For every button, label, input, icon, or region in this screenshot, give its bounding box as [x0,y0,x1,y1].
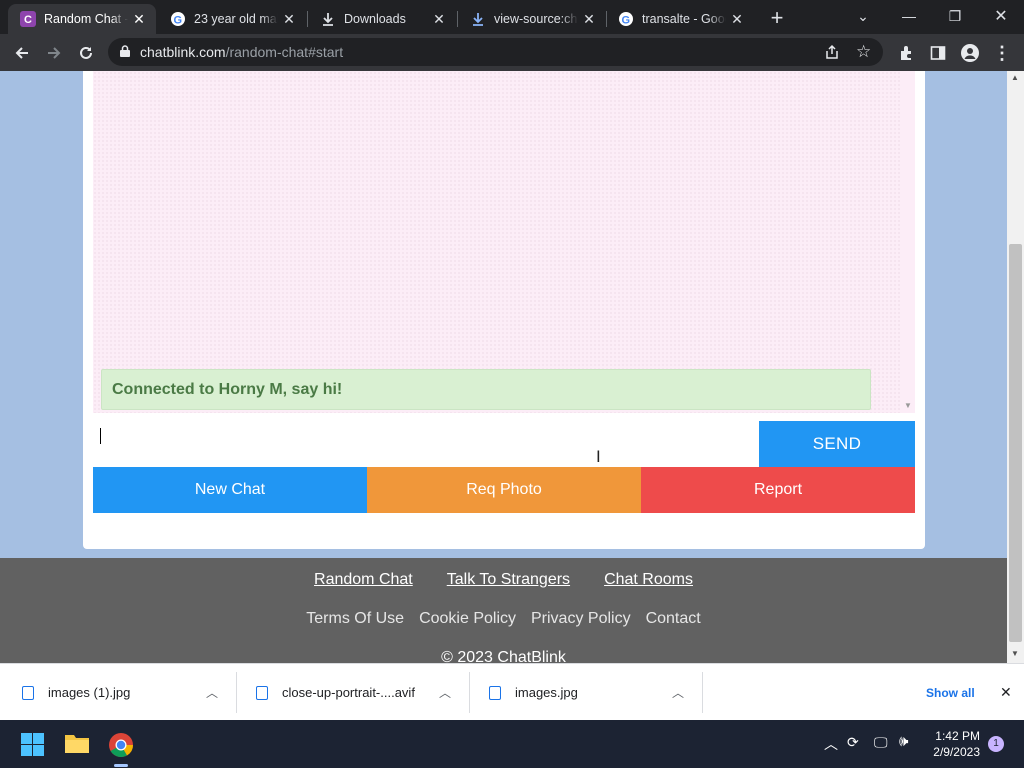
close-tab-icon[interactable]: ✕ [428,11,450,28]
text-caret [100,428,101,444]
tab-search-icon[interactable]: ⌄ [840,0,886,32]
network-icon[interactable]: 🖵 [874,734,888,751]
back-icon[interactable] [8,39,36,67]
chevron-up-icon[interactable]: ︿ [206,684,218,701]
file-icon [256,685,268,700]
sync-icon[interactable]: ⟳ [847,734,859,751]
file-icon [489,685,501,700]
chat-log [93,71,902,413]
new-tab-button[interactable]: + [762,2,792,34]
tab-downloads[interactable]: Downloads ✕ [308,4,456,34]
text-cursor-icon: I [596,447,601,466]
footer-link-terms[interactable]: Terms Of Use [306,610,404,628]
footer-link-contact[interactable]: Contact [646,610,701,628]
windows-start-icon[interactable] [21,733,44,761]
chevron-up-icon[interactable]: ︿ [439,684,451,701]
lock-icon [120,44,130,60]
extensions-icon[interactable] [892,39,920,67]
chrome-menu-icon[interactable]: ⋮ [988,39,1016,67]
side-panel-icon[interactable] [924,39,952,67]
file-explorer-icon[interactable] [64,732,90,759]
url-path: /random-chat#start [225,44,344,60]
google-favicon: G [170,11,186,27]
active-app-indicator [114,764,128,767]
browser-toolbar: chatblink.com/random-chat#start ☆ ⋮ [0,34,1024,71]
message-input[interactable] [93,421,759,467]
download-item[interactable]: close-up-portrait-....avif [256,664,415,721]
forward-icon[interactable] [40,39,68,67]
divider [236,672,237,713]
chevron-up-icon[interactable]: ︿ [672,684,684,701]
notification-badge[interactable]: 1 [988,736,1004,752]
close-tab-icon[interactable]: ✕ [278,11,300,28]
share-icon[interactable] [824,44,840,63]
scroll-up-arrow-icon[interactable]: ▲ [1011,73,1019,82]
tab-strip: C Random Chat - ChatBlink ✕ G 23 year ol… [0,0,1024,34]
footer-link-chat-rooms[interactable]: Chat Rooms [604,571,693,589]
close-window-button[interactable]: ✕ [978,0,1024,32]
show-all-downloads-button[interactable]: Show all [926,664,975,721]
footer-primary-links: Random Chat Talk To Strangers Chat Rooms [0,571,1007,589]
page-scrollbar-thumb[interactable] [1009,244,1022,642]
chevron-up-icon[interactable]: ︿ [824,734,838,754]
minimize-button[interactable]: — [886,0,932,32]
report-button[interactable]: Report [641,467,915,513]
footer-link-random-chat[interactable]: Random Chat [314,571,413,589]
download-filename: images.jpg [515,685,578,700]
clock-date[interactable]: 2/9/2023 [926,745,980,759]
bookmark-star-icon[interactable]: ☆ [856,42,871,62]
url-host: chatblink.com [140,44,226,60]
clock-time[interactable]: 1:42 PM [932,729,980,743]
file-icon [22,685,34,700]
divider [469,672,470,713]
reload-icon[interactable] [72,39,100,67]
footer-link-privacy-policy[interactable]: Privacy Policy [531,610,631,628]
tab-title: 23 year old male [194,12,278,26]
tab-title: view-source:chrome [494,12,578,26]
tab-title: transalte - Google [642,12,726,26]
divider [702,672,703,713]
svg-text:G: G [174,15,183,27]
close-tab-icon[interactable]: ✕ [128,11,150,28]
footer-secondary-links: Terms Of Use Cookie Policy Privacy Polic… [0,610,1007,628]
tab-view-source[interactable]: view-source:chrome ✕ [458,4,606,34]
close-shelf-icon[interactable]: ✕ [1000,664,1012,721]
download-shelf: images (1).jpg ︿ close-up-portrait-....a… [0,663,1024,720]
scroll-down-arrow-icon[interactable]: ▼ [904,401,912,410]
svg-text:G: G [622,15,631,27]
download-filename: close-up-portrait-....avif [282,685,415,700]
download-item[interactable]: images.jpg [489,664,578,721]
footer-copyright: © 2023 ChatBlink [441,649,566,663]
footer-link-cookie-policy[interactable]: Cookie Policy [419,610,516,628]
download-icon [470,11,486,27]
new-chat-button[interactable]: New Chat [93,467,367,513]
address-bar[interactable]: chatblink.com/random-chat#start ☆ [108,38,883,66]
close-tab-icon[interactable]: ✕ [726,11,748,28]
tab-google-search[interactable]: G 23 year old male ✕ [158,4,306,34]
chatblink-favicon: C [20,11,36,27]
request-photo-button[interactable]: Req Photo [367,467,641,513]
svg-text:C: C [24,14,32,26]
download-filename: images (1).jpg [48,685,131,700]
site-footer: Random Chat Talk To Strangers Chat Rooms… [0,558,1007,663]
tab-translate[interactable]: G transalte - Google ✕ [606,4,754,34]
profile-avatar-icon[interactable] [956,39,984,67]
close-tab-icon[interactable]: ✕ [578,11,600,28]
tab-random-chat[interactable]: C Random Chat - ChatBlink ✕ [8,4,156,34]
windows-taskbar: ︿ ⟳ 🖵 🕪 1:42 PM 2/9/2023 1 [0,720,1024,768]
tab-title: Downloads [344,12,406,26]
chrome-taskbar-icon[interactable] [108,732,134,763]
download-item[interactable]: images (1).jpg [22,664,130,721]
scroll-down-arrow-icon[interactable]: ▼ [1011,649,1019,658]
volume-icon[interactable]: 🕪 [899,733,908,750]
footer-link-talk-to-strangers[interactable]: Talk To Strangers [447,571,570,589]
system-message: Connected to Horny M, say hi! [101,369,871,410]
page-viewport: ▼ Connected to Horny M, say hi! SEND New… [0,71,1007,663]
send-button[interactable]: SEND [759,421,915,467]
tab-title: Random Chat - ChatBlink [44,12,128,26]
chat-log-scrollbar[interactable]: ▼ [902,71,915,413]
restore-button[interactable]: ❐ [932,0,978,32]
google-favicon: G [618,11,634,27]
download-icon [320,11,336,27]
